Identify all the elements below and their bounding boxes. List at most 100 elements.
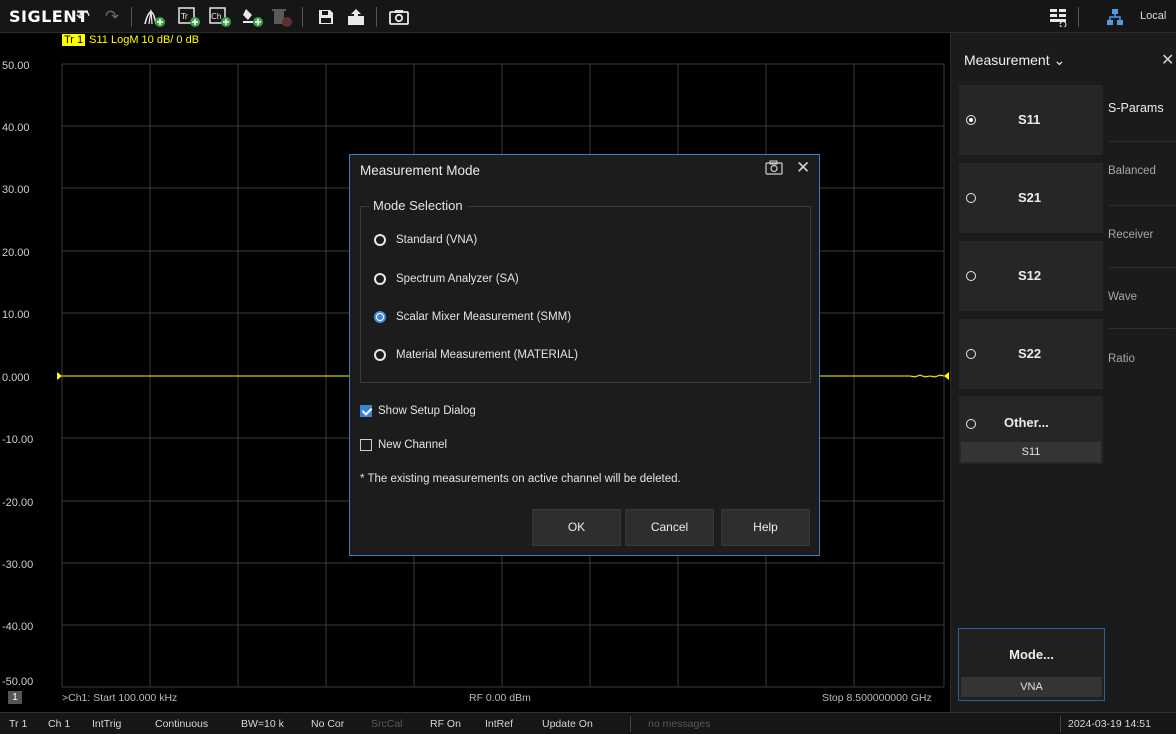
status-datetime: 2024-03-19 14:51	[1068, 718, 1151, 730]
stop-frequency[interactable]: Stop 8.500000000 GHz	[822, 692, 932, 704]
param-label: S12	[1018, 268, 1042, 283]
svg-text:Tr: Tr	[180, 12, 189, 21]
option-label: Standard (VNA)	[396, 234, 478, 246]
start-frequency[interactable]: >Ch1: Start 100.000 kHz	[62, 692, 177, 704]
mode-option-vna[interactable]: Standard (VNA)	[374, 231, 477, 249]
category-balanced[interactable]: Balanced	[1108, 165, 1176, 177]
mode-selection-group: Mode Selection Standard (VNA) Spectrum A…	[360, 198, 811, 383]
checkbox-icon	[360, 439, 372, 451]
param-label: S11	[1018, 112, 1041, 127]
category-s-params[interactable]: S-Params	[1108, 101, 1176, 115]
add-channel-icon[interactable]: Ch	[207, 4, 233, 29]
param-button-s12[interactable]: S12	[959, 241, 1103, 311]
screenshot-icon[interactable]	[386, 4, 412, 29]
status-rf[interactable]: RF On	[430, 718, 461, 730]
network-icon[interactable]	[1102, 4, 1128, 29]
mode-option-material[interactable]: Material Measurement (MATERIAL)	[374, 346, 578, 364]
reference-marker-right	[944, 372, 949, 380]
redo-icon[interactable]: ↷	[99, 4, 125, 29]
radio-icon	[966, 349, 976, 359]
save-icon[interactable]	[313, 4, 339, 29]
show-setup-checkbox[interactable]: Show Setup Dialog	[360, 405, 476, 417]
measurement-mode-dialog: Measurement Mode ✕ Mode Selection Standa…	[349, 154, 820, 556]
trace-format: S11 LogM 10 dB/ 0 dB	[89, 34, 200, 46]
add-marker-icon[interactable]	[141, 4, 167, 29]
checkbox-label: New Channel	[378, 439, 448, 451]
status-divider	[1060, 716, 1061, 732]
other-value: S11	[961, 442, 1101, 462]
status-correction[interactable]: No Cor	[311, 718, 344, 730]
radio-icon	[374, 273, 386, 285]
radio-icon	[374, 349, 386, 361]
close-icon[interactable]: ✕	[1161, 50, 1174, 70]
mode-button[interactable]: Mode... VNA	[958, 628, 1105, 701]
new-channel-checkbox[interactable]: New Channel	[360, 439, 447, 451]
channel-footer: 1 >Ch1: Start 100.000 kHz RF 0.00 dBm St…	[0, 688, 950, 707]
category-divider	[1109, 328, 1175, 329]
y-tick-label: -10.00	[2, 434, 34, 446]
y-tick-label: -20.00	[2, 497, 34, 509]
toolbar-divider	[376, 7, 377, 27]
param-button-s21[interactable]: S21	[959, 163, 1103, 233]
local-label[interactable]: Local	[1140, 10, 1166, 22]
param-button-s11[interactable]: S11	[959, 85, 1103, 155]
category-receiver[interactable]: Receiver	[1108, 229, 1176, 241]
add-trace-icon[interactable]: Tr	[176, 4, 202, 29]
status-bandwidth[interactable]: BW=10 k	[241, 718, 284, 730]
radio-icon	[966, 419, 976, 429]
y-tick-label: 20.00	[2, 247, 30, 259]
cancel-button[interactable]: Cancel	[625, 509, 714, 546]
recall-icon[interactable]	[343, 4, 369, 29]
trace-label[interactable]: Tr 1 S11 LogM 10 dB/ 0 dB	[62, 34, 199, 46]
add-bucket-icon[interactable]	[239, 4, 265, 29]
ok-button[interactable]: OK	[532, 509, 621, 546]
radio-icon	[966, 115, 976, 125]
option-label: Material Measurement (MATERIAL)	[396, 349, 578, 361]
status-channel[interactable]: Ch 1	[48, 718, 70, 730]
delete-icon[interactable]	[268, 4, 294, 29]
layout-icon[interactable]	[1045, 4, 1071, 29]
undo-icon[interactable]: ↶	[70, 4, 96, 29]
mode-option-smm[interactable]: Scalar Mixer Measurement (SMM)	[374, 308, 571, 326]
status-trigger[interactable]: IntTrig	[92, 718, 121, 730]
category-wave[interactable]: Wave	[1108, 291, 1176, 303]
status-srccal[interactable]: SrcCal	[371, 718, 403, 730]
reference-marker-left	[57, 372, 62, 380]
status-ref[interactable]: IntRef	[485, 718, 513, 730]
param-label: S21	[1018, 190, 1042, 205]
radio-selected-icon	[374, 311, 386, 323]
param-button-s22[interactable]: S22	[959, 319, 1103, 389]
status-trace[interactable]: Tr 1	[9, 718, 27, 730]
toolbar-divider	[302, 7, 303, 27]
rf-power[interactable]: RF 0.00 dBm	[469, 692, 531, 704]
category-ratio[interactable]: Ratio	[1108, 353, 1176, 365]
svg-text:Ch: Ch	[211, 12, 222, 21]
trace-tag[interactable]: Tr 1	[62, 34, 86, 46]
y-tick-label: 50.00	[2, 60, 30, 72]
y-tick-label: 10.00	[2, 309, 30, 321]
channel-number-badge[interactable]: 1	[8, 691, 22, 704]
camera-icon[interactable]	[765, 160, 783, 176]
toolbar: SIGLENT ↶ ↷ Tr Ch Local	[0, 0, 1176, 33]
close-icon[interactable]: ✕	[796, 158, 810, 178]
checkbox-label: Show Setup Dialog	[378, 405, 476, 417]
status-update[interactable]: Update On	[542, 718, 593, 730]
category-divider	[1109, 205, 1175, 206]
dialog-title: Measurement Mode	[360, 163, 481, 178]
other-param-button[interactable]: Other... S11	[959, 396, 1103, 464]
radio-icon	[966, 193, 976, 203]
y-tick-label: 40.00	[2, 122, 30, 134]
y-tick-label: -30.00	[2, 559, 34, 571]
status-divider	[630, 716, 631, 732]
panel-title[interactable]: Measurement ⌄	[964, 52, 1065, 69]
mode-option-sa[interactable]: Spectrum Analyzer (SA)	[374, 270, 519, 288]
warning-note: * The existing measurements on active ch…	[360, 473, 681, 485]
radio-icon	[966, 271, 976, 281]
param-label: S22	[1018, 346, 1042, 361]
status-sweep[interactable]: Continuous	[155, 718, 208, 730]
help-button[interactable]: Help	[721, 509, 810, 546]
y-tick-label: -50.00	[2, 676, 34, 688]
other-label: Other...	[1004, 415, 1049, 430]
option-label: Spectrum Analyzer (SA)	[396, 273, 519, 285]
radio-icon	[374, 234, 386, 246]
